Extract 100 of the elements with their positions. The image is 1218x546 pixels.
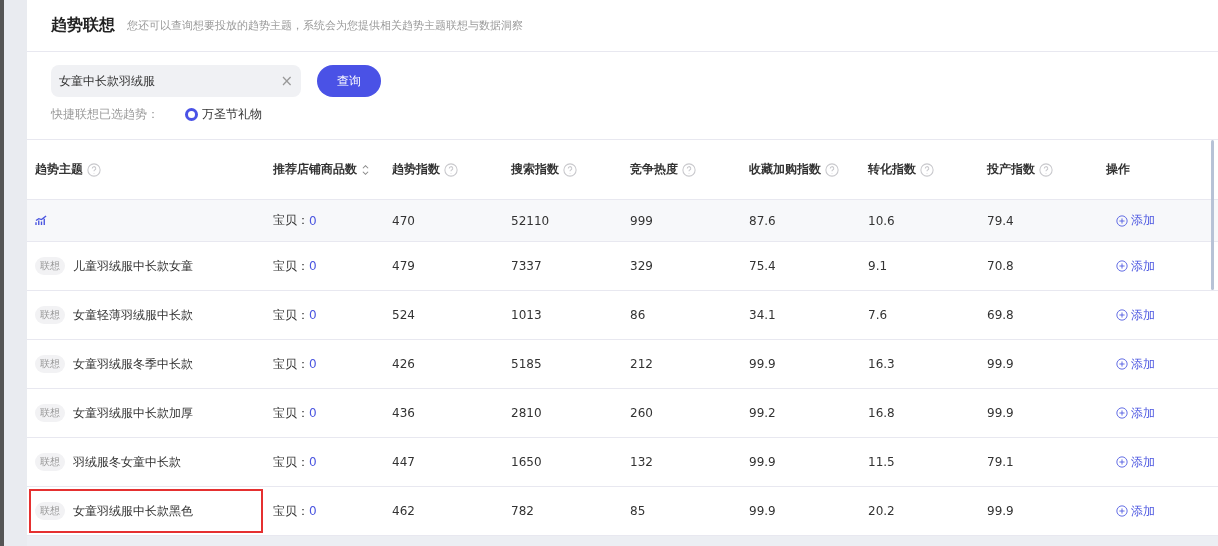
add-link[interactable]: 添加 xyxy=(1116,212,1155,229)
table-cell: 52110 xyxy=(511,213,550,228)
column-header[interactable]: 趋势主题 xyxy=(35,161,101,178)
scrollbar[interactable] xyxy=(1211,140,1214,290)
table-cell: 99.9 xyxy=(749,455,776,469)
column-header[interactable]: 收藏加购指数 xyxy=(749,161,839,178)
table-cell: 79.4 xyxy=(987,213,1014,228)
add-link[interactable]: 添加 xyxy=(1116,502,1155,520)
trend-topic: 女童羽绒服中长款黑色 xyxy=(73,502,193,520)
column-header[interactable]: 操作 xyxy=(1106,161,1130,178)
table-cell: 99.9 xyxy=(987,357,1014,371)
items-label: 宝贝： xyxy=(273,212,309,229)
table-cell: 524 xyxy=(392,308,415,322)
table-cell: 470 xyxy=(392,213,415,228)
table-cell: 10.6 xyxy=(868,213,895,228)
items-count-link[interactable]: 0 xyxy=(309,213,317,228)
radio-icon[interactable] xyxy=(185,108,198,121)
table-cell: 462 xyxy=(392,504,415,518)
trend-topic: 女童羽绒服冬季中长款 xyxy=(73,355,193,373)
plus-circle-icon[interactable] xyxy=(1116,260,1128,272)
table-cell: 999 xyxy=(630,213,653,228)
table-cell: 99.9 xyxy=(749,357,776,371)
help-icon[interactable] xyxy=(825,162,839,177)
plus-circle-icon[interactable] xyxy=(1116,505,1128,517)
table-cell: 70.8 xyxy=(987,259,1014,273)
section-title: 趋势联想 xyxy=(51,15,115,36)
quick-trend-label: 快捷联想已选趋势： xyxy=(51,106,159,123)
help-icon[interactable] xyxy=(920,162,934,177)
table-cell: 99.9 xyxy=(987,406,1014,420)
items-count-link[interactable]: 0 xyxy=(309,259,317,273)
column-header[interactable]: 投产指数 xyxy=(987,161,1053,178)
column-header[interactable]: 趋势指数 xyxy=(392,161,458,178)
plus-circle-icon[interactable] xyxy=(1116,309,1128,321)
table-cell: 99.9 xyxy=(749,504,776,518)
help-icon[interactable] xyxy=(1039,162,1053,177)
query-button[interactable]: 查询 xyxy=(317,65,381,97)
table-cell: 7337 xyxy=(511,259,542,273)
items-count-link[interactable]: 0 xyxy=(309,406,317,420)
association-tag: 联想 xyxy=(35,502,65,520)
items-label: 宝贝： xyxy=(273,502,309,520)
association-tag: 联想 xyxy=(35,453,65,471)
add-link[interactable]: 添加 xyxy=(1116,306,1155,324)
table-cell: 86 xyxy=(630,308,646,322)
items-count-link[interactable]: 0 xyxy=(309,455,317,469)
search-field[interactable]: 女童中长款羽绒服 × xyxy=(51,65,301,97)
trend-topic: 儿童羽绒服中长款女童 xyxy=(73,257,193,275)
trend-radio[interactable]: 万圣节礼物 xyxy=(185,106,262,123)
items-label: 宝贝： xyxy=(273,306,309,324)
add-link[interactable]: 添加 xyxy=(1116,355,1155,373)
table-cell: 20.2 xyxy=(868,504,895,518)
table-cell: 782 xyxy=(511,504,534,518)
trend-topic: 羽绒服冬女童中长款 xyxy=(73,453,181,471)
plus-circle-icon[interactable] xyxy=(1116,456,1128,468)
association-tag: 联想 xyxy=(35,355,65,373)
association-tag: 联想 xyxy=(35,306,65,324)
table-cell: 1650 xyxy=(511,455,542,469)
add-link[interactable]: 添加 xyxy=(1116,404,1155,422)
items-label: 宝贝： xyxy=(273,404,309,422)
table-cell: 212 xyxy=(630,357,653,371)
table-cell: 329 xyxy=(630,259,653,273)
column-header[interactable]: 搜索指数 xyxy=(511,161,577,178)
items-label: 宝贝： xyxy=(273,257,309,275)
table-cell: 11.5 xyxy=(868,455,895,469)
help-icon[interactable] xyxy=(444,162,458,177)
table-cell: 479 xyxy=(392,259,415,273)
section-description: 您还可以查询想要投放的趋势主题，系统会为您提供相关趋势主题联想与数据洞察 xyxy=(127,18,523,33)
add-link[interactable]: 添加 xyxy=(1116,257,1155,275)
items-count-link[interactable]: 0 xyxy=(309,308,317,322)
table-cell: 2810 xyxy=(511,406,542,420)
table-cell: 1013 xyxy=(511,308,542,322)
table-cell: 9.1 xyxy=(868,259,888,273)
table-cell: 69.8 xyxy=(987,308,1014,322)
trend-topic: 女童轻薄羽绒服中长款 xyxy=(73,306,193,324)
items-count-link[interactable]: 0 xyxy=(309,357,317,371)
sort-icon[interactable] xyxy=(361,162,370,177)
help-icon[interactable] xyxy=(563,162,577,177)
trend-topic: 女童羽绒服中长款加厚 xyxy=(73,404,193,422)
table-cell: 436 xyxy=(392,406,415,420)
add-link[interactable]: 添加 xyxy=(1116,453,1155,471)
table-cell: 260 xyxy=(630,406,653,420)
column-header[interactable]: 竞争热度 xyxy=(630,161,696,178)
table-cell: 5185 xyxy=(511,357,542,371)
table-cell: 16.8 xyxy=(868,406,895,420)
help-icon[interactable] xyxy=(682,162,696,177)
table-cell: 99.9 xyxy=(987,504,1014,518)
items-label: 宝贝： xyxy=(273,355,309,373)
trend-chart-icon xyxy=(35,215,48,226)
table-cell: 34.1 xyxy=(749,308,776,322)
items-count-link[interactable]: 0 xyxy=(309,504,317,518)
column-header[interactable]: 推荐店铺商品数 xyxy=(273,161,370,178)
table-cell: 16.3 xyxy=(868,357,895,371)
help-icon[interactable] xyxy=(87,162,101,177)
items-label: 宝贝： xyxy=(273,453,309,471)
plus-circle-icon[interactable] xyxy=(1116,214,1128,227)
column-header[interactable]: 转化指数 xyxy=(868,161,934,178)
table-cell: 447 xyxy=(392,455,415,469)
table-cell: 132 xyxy=(630,455,653,469)
association-tag: 联想 xyxy=(35,404,65,422)
plus-circle-icon[interactable] xyxy=(1116,407,1128,419)
plus-circle-icon[interactable] xyxy=(1116,358,1128,370)
